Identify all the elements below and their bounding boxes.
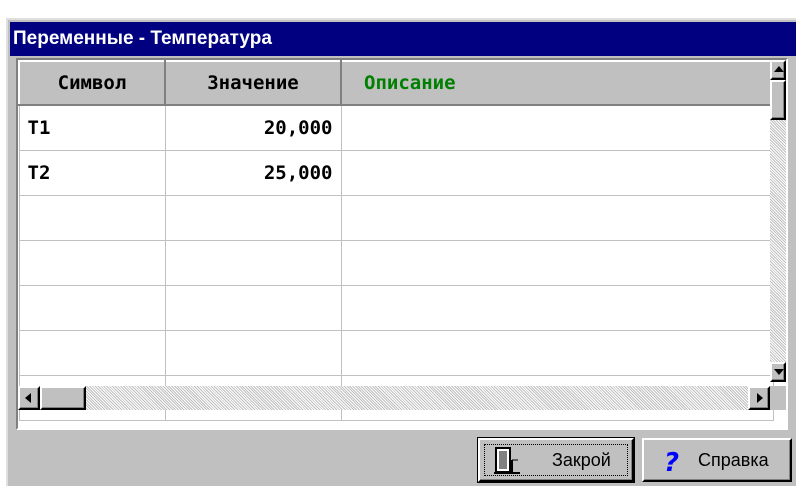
horizontal-scrollbar[interactable] xyxy=(18,386,770,410)
column-header-value[interactable]: Значение xyxy=(164,60,342,106)
close-button-label: Закрой xyxy=(552,450,611,470)
column-header-symbol[interactable]: Символ xyxy=(18,60,166,106)
cell-description[interactable] xyxy=(340,239,774,286)
table-row[interactable]: T1 20,000 xyxy=(18,104,774,151)
close-button[interactable]: Закрой xyxy=(477,437,635,483)
cell-value[interactable]: 25,000 xyxy=(164,149,342,196)
scroll-left-button[interactable] xyxy=(18,386,40,410)
svg-text:?: ? xyxy=(664,448,679,475)
horizontal-scroll-thumb[interactable] xyxy=(40,386,86,410)
window-title[interactable]: Переменные - Температура xyxy=(10,22,796,56)
table-row[interactable] xyxy=(18,284,774,331)
variables-window: Переменные - Температура Символ Значение… xyxy=(6,18,796,486)
table-row[interactable] xyxy=(18,194,774,241)
cell-description[interactable] xyxy=(340,104,774,151)
cell-description[interactable] xyxy=(340,149,774,196)
cell-value[interactable] xyxy=(164,329,342,376)
cell-symbol[interactable] xyxy=(18,239,166,286)
help-button[interactable]: ? Справка xyxy=(642,438,792,482)
arrow-up-icon xyxy=(774,66,784,72)
cell-description[interactable] xyxy=(340,194,774,241)
scrollbar-corner xyxy=(770,386,786,410)
scroll-up-button[interactable] xyxy=(770,60,786,80)
arrow-left-icon xyxy=(25,393,31,403)
table-header-row: Символ Значение Описание xyxy=(18,60,774,106)
cell-description[interactable] xyxy=(340,284,774,331)
cell-symbol[interactable]: T1 xyxy=(18,104,166,151)
cell-symbol[interactable]: T2 xyxy=(18,149,166,196)
cell-value[interactable]: 20,000 xyxy=(164,104,342,151)
cell-value[interactable] xyxy=(164,284,342,331)
cell-description[interactable] xyxy=(340,329,774,376)
question-mark-icon: ? xyxy=(664,448,679,475)
help-button-label: Справка xyxy=(698,450,769,470)
variables-grid[interactable]: Символ Значение Описание T1 20,000 T2 25… xyxy=(16,58,788,430)
cell-value[interactable] xyxy=(164,194,342,241)
arrow-down-icon xyxy=(774,369,784,375)
table-row[interactable]: T2 25,000 xyxy=(18,149,774,196)
table-row[interactable] xyxy=(18,329,774,376)
vertical-scroll-thumb[interactable] xyxy=(770,80,786,120)
arrow-right-icon xyxy=(757,393,763,403)
cell-symbol[interactable] xyxy=(18,329,166,376)
variables-table: Символ Значение Описание T1 20,000 T2 25… xyxy=(18,60,774,421)
scroll-right-button[interactable] xyxy=(748,386,770,410)
column-header-description[interactable]: Описание xyxy=(340,60,774,106)
cell-value[interactable] xyxy=(164,239,342,286)
cell-symbol[interactable] xyxy=(18,194,166,241)
table-row[interactable] xyxy=(18,239,774,286)
door-exit-icon xyxy=(494,447,520,474)
vertical-scrollbar[interactable] xyxy=(770,60,786,382)
cell-symbol[interactable] xyxy=(18,284,166,331)
scroll-down-button[interactable] xyxy=(770,362,786,382)
